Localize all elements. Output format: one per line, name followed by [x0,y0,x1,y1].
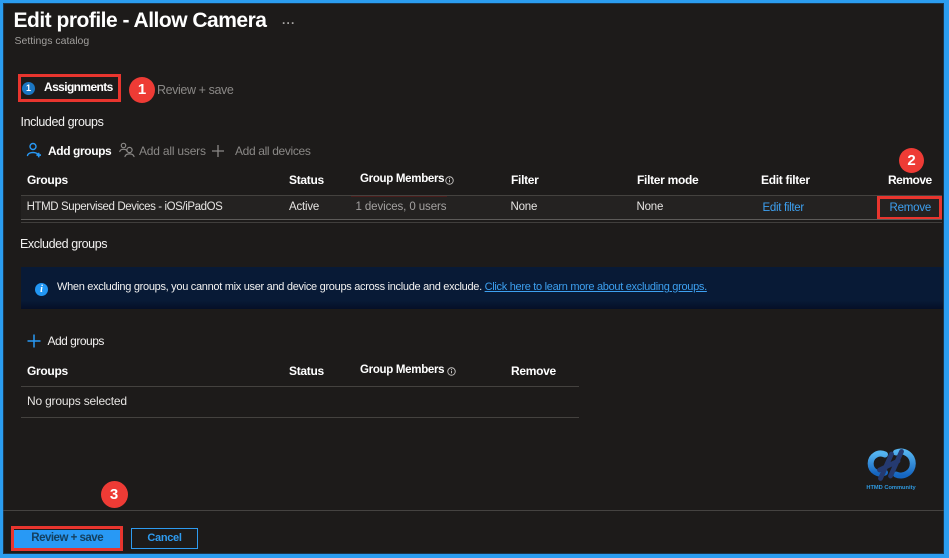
svg-text:HTMD Community: HTMD Community [866,485,916,491]
